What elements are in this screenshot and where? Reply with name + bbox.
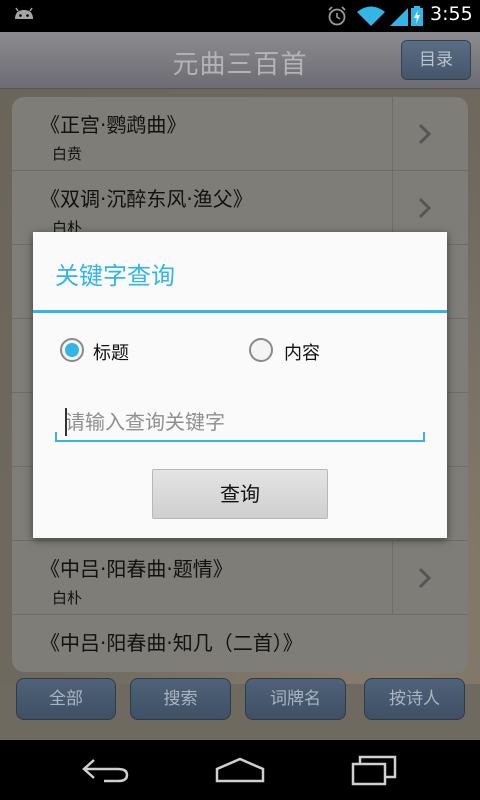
input-edge-right [423, 432, 425, 442]
wifi-icon [357, 6, 385, 26]
android-icon [15, 7, 33, 19]
poem-title: 《正宫·鹦鹉曲》 [40, 113, 187, 137]
chevron-right-icon [418, 197, 432, 219]
radio-title[interactable] [60, 338, 84, 362]
poem-author: 白贲 [52, 145, 83, 163]
poem-title: 《中吕·阳春曲·题情》 [40, 557, 233, 581]
poem-title: 《中吕·阳春曲·知几（二首）》 [40, 631, 303, 655]
text-cursor [65, 408, 67, 436]
home-icon[interactable] [214, 756, 266, 784]
search-button[interactable]: 搜索 [130, 678, 231, 720]
dialog-divider [33, 310, 447, 313]
chevron-right-icon [418, 123, 432, 145]
radio-title-label[interactable]: 标题 [93, 339, 129, 365]
by-poet-button[interactable]: 按诗人 [364, 678, 465, 720]
alarm-icon [328, 6, 346, 26]
status-bar: 3:55 [0, 0, 480, 32]
query-button[interactable]: 查询 [152, 469, 328, 519]
input-edge-left [55, 432, 57, 442]
list-item[interactable]: 《中吕·阳春曲·题情》 白朴 [12, 541, 468, 615]
poem-title: 《双调·沉醉东风·渔父》 [40, 187, 253, 211]
list-item[interactable]: 《中吕·阳春曲·知几（二首）》 [12, 615, 468, 672]
status-clock: 3:55 [430, 3, 473, 25]
radio-content-label[interactable]: 内容 [284, 339, 320, 365]
recent-apps-icon[interactable] [350, 754, 398, 786]
back-icon[interactable] [80, 756, 132, 784]
tune-name-button[interactable]: 词牌名 [245, 678, 346, 720]
dialog-title: 关键字查询 [55, 262, 175, 290]
signal-icon [390, 8, 408, 26]
all-button[interactable]: 全部 [16, 678, 116, 720]
catalog-button[interactable]: 目录 [401, 40, 471, 80]
radio-content[interactable] [249, 338, 273, 362]
battery-charging-icon [411, 6, 423, 26]
keyword-search-dialog: 关键字查询 标题 内容 查询 [33, 232, 447, 538]
chevron-right-icon [418, 567, 432, 589]
navigation-bar [0, 740, 480, 800]
list-item[interactable]: 《正宫·鹦鹉曲》 白贲 [12, 97, 468, 171]
row-arrow-button[interactable] [392, 97, 468, 171]
poem-author: 白朴 [52, 589, 83, 607]
keyword-input[interactable] [55, 404, 425, 442]
row-arrow-button[interactable] [392, 541, 468, 615]
title-bar: 元曲三百首 目录 [0, 32, 480, 89]
